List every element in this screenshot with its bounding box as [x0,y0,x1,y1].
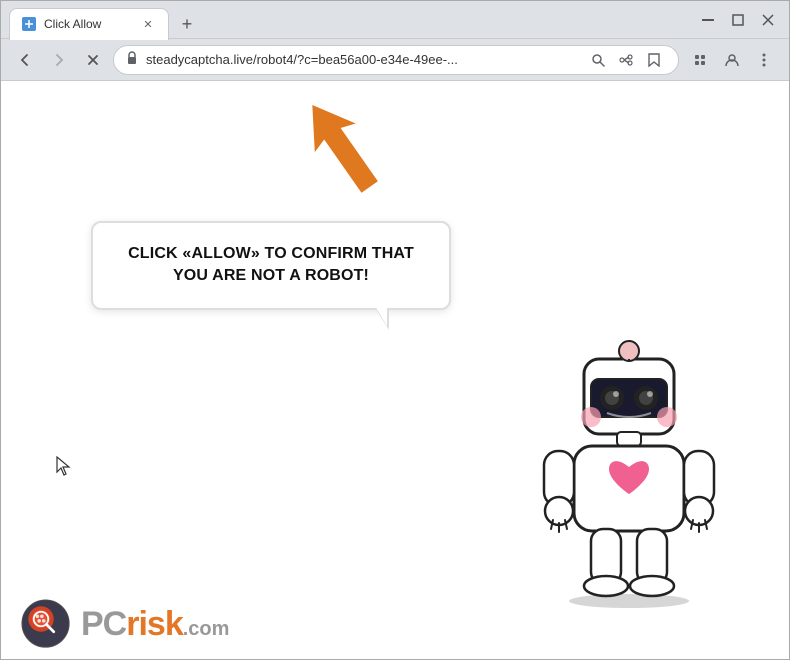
tab-area: Click Allow ✕ + [9,1,687,39]
new-tab-button[interactable]: + [173,11,201,39]
speech-bubble-text: CLICK «ALLOW» TO CONFIRM THAT YOU ARE NO… [118,243,424,288]
pcrisk-watermark: PCrisk.com [21,599,229,649]
maximize-button[interactable] [725,7,751,33]
page-content: CLICK «ALLOW» TO CONFIRM THAT YOU ARE NO… [1,81,789,659]
address-icons [586,48,666,72]
tab-title: Click Allow [44,17,132,31]
pcrisk-logo-icon [21,599,71,649]
reload-button[interactable] [79,46,107,74]
browser-window: Click Allow ✕ + [0,0,790,660]
forward-button[interactable] [45,46,73,74]
profile-icon[interactable] [717,45,747,75]
browser-tab[interactable]: Click Allow ✕ [9,8,169,40]
toolbar-icons [685,45,779,75]
menu-icon[interactable] [749,45,779,75]
bookmark-icon[interactable] [642,48,666,72]
url-text: steadycaptcha.live/robot4/?c=bea56a00-e3… [146,52,578,67]
arrow-indicator [296,91,386,206]
back-button[interactable] [11,46,39,74]
tab-favicon [22,17,36,31]
mouse-cursor [56,456,72,476]
address-input[interactable]: steadycaptcha.live/robot4/?c=bea56a00-e3… [113,45,679,75]
robot-illustration [529,339,729,599]
robot-svg [529,339,729,609]
pcrisk-risk-label: risk [126,605,183,643]
pcrisk-pc-label: PC [81,605,126,643]
extensions-icon[interactable] [685,45,715,75]
address-bar: steadycaptcha.live/robot4/?c=bea56a00-e3… [1,39,789,81]
pcrisk-text-group: PCrisk.com [81,605,229,644]
speech-bubble: CLICK «ALLOW» TO CONFIRM THAT YOU ARE NO… [91,221,451,310]
title-bar: Click Allow ✕ + [1,1,789,39]
search-icon[interactable] [586,48,610,72]
pcrisk-com-label: .com [183,618,230,640]
share-icon[interactable] [614,48,638,72]
close-button[interactable] [755,7,781,33]
tab-close-button[interactable]: ✕ [140,16,156,32]
minimize-button[interactable] [695,7,721,33]
window-controls [695,7,781,33]
lock-icon [126,51,138,68]
